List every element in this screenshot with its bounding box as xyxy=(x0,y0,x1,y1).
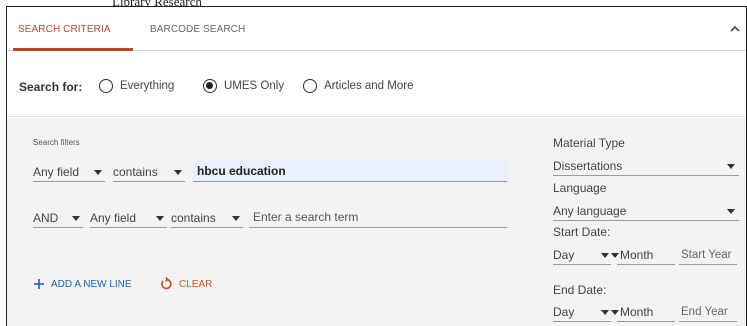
language-label: Language xyxy=(553,181,607,195)
radio-circle[interactable] xyxy=(99,79,113,93)
language-value: Any language xyxy=(553,204,627,218)
operator-select-value: contains xyxy=(171,211,216,225)
radio-circle-checked[interactable] xyxy=(203,79,217,93)
operator-select-value: contains xyxy=(113,165,158,179)
tab-bar: SEARCH CRITERIA BARCODE SEARCH xyxy=(7,7,746,51)
material-type-label: Material Type xyxy=(553,136,625,150)
clear-label: CLEAR xyxy=(179,278,213,290)
radio-everything[interactable]: Everything xyxy=(99,78,174,94)
month-value: Month xyxy=(620,248,654,262)
add-new-line-button[interactable]: ADD A NEW LINE xyxy=(33,276,132,292)
field-select-value: Any field xyxy=(90,211,137,225)
add-new-line-label: ADD A NEW LINE xyxy=(51,278,132,290)
start-year-input[interactable] xyxy=(679,245,737,265)
material-type-value: Dissertations xyxy=(553,159,623,173)
field-select-1[interactable]: Any field xyxy=(33,162,105,182)
search-term-input-1[interactable] xyxy=(193,160,507,182)
search-for-label: Search for: xyxy=(19,80,83,94)
refresh-icon xyxy=(161,277,172,290)
caret-down-icon xyxy=(611,253,619,258)
tab-barcode-search[interactable]: BARCODE SEARCH xyxy=(150,24,245,35)
field-select-2[interactable]: Any field xyxy=(90,208,167,228)
radio-articles-and-more[interactable]: Articles and More xyxy=(303,78,413,94)
end-year-input[interactable] xyxy=(679,302,737,322)
search-filters-title: Search filters xyxy=(33,138,80,147)
radio-umes-only[interactable]: UMES Only xyxy=(203,78,284,94)
plus-icon xyxy=(34,279,44,289)
search-filters-section: Search filters Any field contains AND An… xyxy=(7,118,746,326)
caret-down-icon xyxy=(94,170,102,175)
caret-down-icon xyxy=(601,253,609,258)
start-date-label: Start Date: xyxy=(553,225,611,239)
caret-down-icon xyxy=(232,216,240,221)
start-date-row: Day Month xyxy=(553,245,743,265)
tab-search-criteria[interactable]: SEARCH CRITERIA xyxy=(18,24,111,35)
search-for-section: Search for: Everything UMES Only Article… xyxy=(7,51,746,117)
search-term-input-2[interactable] xyxy=(249,206,507,228)
end-month-select[interactable]: Month xyxy=(611,302,675,322)
caret-down-icon xyxy=(611,310,619,315)
radio-label: Articles and More xyxy=(324,80,414,92)
caret-down-icon xyxy=(727,164,735,169)
end-date-row: Day Month xyxy=(553,302,743,322)
operator-select-2[interactable]: contains xyxy=(171,208,243,228)
caret-down-icon xyxy=(72,216,80,221)
day-value: Day xyxy=(553,248,575,262)
caret-down-icon xyxy=(727,209,735,214)
month-value: Month xyxy=(620,305,654,319)
day-value: Day xyxy=(553,305,575,319)
language-select[interactable]: Any language xyxy=(553,201,739,221)
operator-select-1[interactable]: contains xyxy=(113,162,185,182)
boolean-select-value: AND xyxy=(33,211,59,225)
radio-label: UMES Only xyxy=(224,80,285,92)
caret-down-icon xyxy=(601,310,609,315)
field-select-value: Any field xyxy=(33,165,80,179)
boolean-select-2[interactable]: AND xyxy=(33,208,83,228)
start-day-select[interactable]: Day xyxy=(553,245,611,265)
end-date-label: End Date: xyxy=(553,283,607,297)
clear-button[interactable]: CLEAR xyxy=(159,276,212,292)
end-day-select[interactable]: Day xyxy=(553,302,611,322)
radio-circle[interactable] xyxy=(303,79,317,93)
start-month-select[interactable]: Month xyxy=(611,245,675,265)
material-type-select[interactable]: Dissertations xyxy=(553,156,739,176)
caret-down-icon xyxy=(156,216,164,221)
radio-label: Everything xyxy=(120,80,175,92)
caret-down-icon xyxy=(174,170,182,175)
chevron-up-icon[interactable] xyxy=(728,22,742,36)
search-panel: SEARCH CRITERIA BARCODE SEARCH Search fo… xyxy=(6,6,747,326)
